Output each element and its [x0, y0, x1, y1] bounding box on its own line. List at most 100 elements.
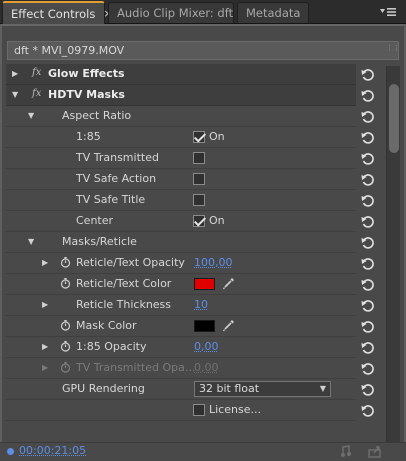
reset-icon[interactable] — [361, 216, 375, 230]
export-icon[interactable] — [368, 445, 382, 458]
checkbox-tv-transmitted[interactable] — [193, 152, 205, 164]
stopwatch-icon[interactable] — [60, 341, 71, 352]
tab-label: Audio Clip Mixer: dft — [117, 6, 234, 20]
property-row-tv-safe-action: TV Safe Action — [6, 169, 356, 190]
reset-icon[interactable] — [361, 300, 375, 314]
license-link[interactable]: License... — [209, 403, 261, 416]
property-row-185: 1:85 On — [6, 127, 356, 148]
property-row-reticle-thickness: ▶ Reticle Thickness 10 — [6, 295, 356, 316]
reticle-thickness-value[interactable]: 10 — [194, 298, 208, 311]
property-label: GPU Rendering — [62, 382, 145, 395]
stopwatch-icon[interactable] — [60, 278, 71, 289]
eyedropper-icon[interactable] — [223, 277, 235, 290]
reset-icon[interactable] — [361, 384, 375, 398]
tab-label: Metadata — [246, 6, 301, 20]
reset-icon[interactable] — [361, 363, 375, 377]
checkbox-tv-safe-action[interactable] — [193, 173, 205, 185]
reset-icon[interactable] — [361, 342, 375, 356]
chevron-down-icon: ▼ — [319, 384, 326, 393]
clip-header[interactable]: dft * MVI_0979.MOV ⋮⋮ — [7, 41, 400, 60]
expand-triangle-icon[interactable]: ▶ — [42, 342, 48, 351]
tab-audio-clip-mixer[interactable]: Audio Clip Mixer: dft — [108, 2, 234, 23]
stopwatch-icon[interactable] — [60, 257, 71, 268]
property-label: TV Transmitted Opa... — [76, 361, 196, 374]
effect-row-glow-effects[interactable]: ▶ fx Glow Effects — [6, 64, 356, 85]
reset-icon[interactable] — [361, 174, 375, 188]
tv-transmitted-opacity-value: 0,00 — [194, 361, 219, 374]
reset-icon[interactable] — [361, 258, 375, 272]
tab-label: Effect Controls — [11, 6, 96, 21]
timecode-marker-icon — [7, 448, 14, 455]
property-label: Reticle Thickness — [76, 298, 172, 311]
status-bar: 00:00:21:05 — [0, 442, 406, 461]
checkbox-tv-safe-title[interactable] — [193, 194, 205, 206]
property-row-tv-transmitted-opacity: ▶ TV Transmitted Opa... 0,00 — [6, 358, 356, 379]
property-label: 1:85 Opacity — [76, 340, 147, 353]
reset-icon[interactable] — [361, 111, 375, 125]
expand-triangle-icon[interactable]: ▶ — [42, 300, 48, 309]
reset-icon[interactable] — [361, 153, 375, 167]
collapse-triangle-icon[interactable]: ▼ — [28, 111, 34, 120]
reset-icon[interactable] — [361, 69, 375, 83]
collapse-triangle-icon[interactable]: ▼ — [28, 237, 34, 246]
opacity-185-value[interactable]: 0,00 — [194, 340, 219, 353]
property-row-license: License... — [6, 400, 356, 421]
tab-effect-controls[interactable]: Effect Controls × — [2, 1, 113, 24]
effect-name: Glow Effects — [48, 67, 125, 80]
reset-icon[interactable] — [361, 132, 375, 146]
panel-tab-bar: Effect Controls × Audio Clip Mixer: dft … — [0, 0, 406, 24]
audio-icon[interactable] — [341, 445, 355, 458]
property-label: Center — [76, 214, 114, 227]
group-row-aspect-ratio[interactable]: ▼ Aspect Ratio — [6, 106, 356, 127]
reset-icon[interactable] — [361, 237, 375, 251]
expand-triangle-icon[interactable]: ▶ — [12, 69, 18, 78]
tab-metadata[interactable]: Metadata — [237, 2, 309, 23]
property-row-tv-safe-title: TV Safe Title — [6, 190, 356, 211]
dropdown-value: 32 bit float — [199, 382, 260, 395]
reticle-opacity-value[interactable]: 100,00 — [194, 256, 233, 269]
checkbox-label: On — [209, 214, 225, 227]
group-row-masks-reticle[interactable]: ▼ Masks/Reticle — [6, 232, 356, 253]
property-row-tv-transmitted: TV Transmitted — [6, 148, 356, 169]
gpu-rendering-dropdown[interactable]: 32 bit float ▼ — [194, 381, 331, 397]
current-timecode[interactable]: 00:00:21:05 — [19, 444, 86, 457]
property-label: TV Safe Title — [76, 193, 146, 206]
expand-triangle-icon[interactable]: ▶ — [42, 258, 48, 267]
property-row-reticle-text-color: Reticle/Text Color — [6, 274, 356, 295]
reset-icon[interactable] — [361, 90, 375, 104]
reset-icon[interactable] — [361, 321, 375, 335]
property-label: TV Transmitted — [76, 151, 159, 164]
fx-icon[interactable]: fx — [32, 67, 41, 78]
effect-controls-panel: dft * MVI_0979.MOV ⋮⋮ ▶ fx Glow Effects … — [0, 24, 406, 461]
group-name: Aspect Ratio — [62, 109, 132, 122]
checkbox-185[interactable] — [193, 131, 205, 143]
property-label: TV Safe Action — [76, 172, 157, 185]
scrollbar-thumb[interactable] — [389, 84, 399, 153]
property-label: Mask Color — [76, 319, 137, 332]
stopwatch-icon — [60, 362, 71, 373]
reset-icon[interactable] — [361, 279, 375, 293]
stopwatch-icon[interactable] — [60, 320, 71, 331]
property-row-185-opacity: ▶ 1:85 Opacity 0,00 — [6, 337, 356, 358]
property-label: Reticle/Text Opacity — [76, 256, 185, 269]
effect-row-hdtv-masks[interactable]: ▼ fx HDTV Masks — [6, 85, 356, 106]
vertical-scrollbar[interactable] — [386, 66, 400, 457]
color-swatch-mask[interactable] — [194, 320, 215, 332]
reset-icon[interactable] — [361, 405, 375, 419]
group-name: Masks/Reticle — [62, 235, 137, 248]
eyedropper-icon[interactable] — [223, 319, 235, 332]
checkbox-center[interactable] — [193, 215, 205, 227]
fx-icon[interactable]: fx — [32, 88, 41, 99]
color-swatch-reticle[interactable] — [194, 278, 215, 290]
clip-name: dft * MVI_0979.MOV — [14, 44, 125, 57]
checkbox-label: On — [209, 130, 225, 143]
grip-icon[interactable]: ⋮⋮ — [386, 45, 400, 55]
reset-icon[interactable] — [361, 195, 375, 209]
property-row-reticle-text-opacity: ▶ Reticle/Text Opacity 100,00 — [6, 253, 356, 274]
property-label: Reticle/Text Color — [76, 277, 172, 290]
property-row-mask-color: Mask Color — [6, 316, 356, 337]
collapse-triangle-icon[interactable]: ▼ — [12, 90, 18, 99]
panel-menu-icon[interactable] — [378, 5, 398, 18]
checkbox-license[interactable] — [193, 404, 205, 416]
property-list: ▶ fx Glow Effects ▼ fx HDTV Masks ▼ Aspe… — [6, 64, 356, 421]
